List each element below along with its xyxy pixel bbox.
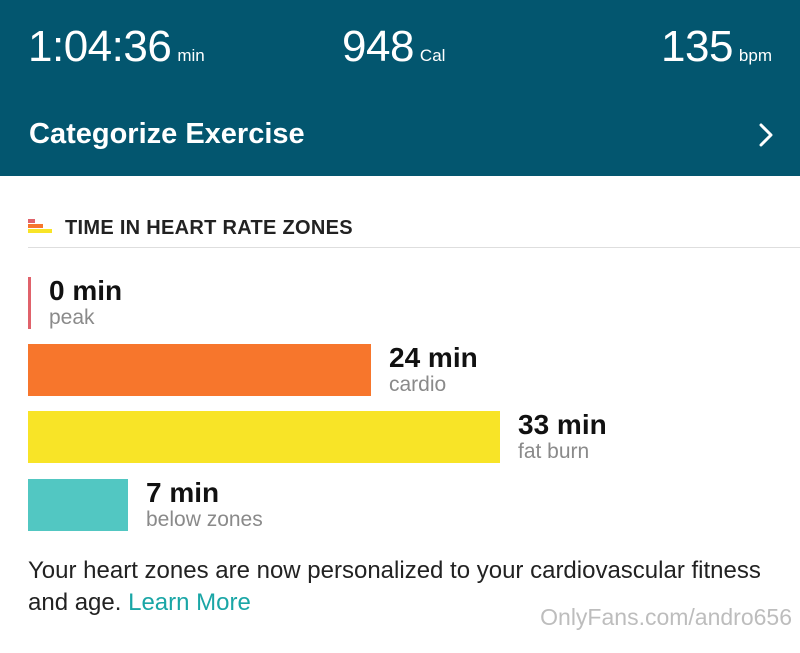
section-divider xyxy=(28,247,800,248)
duration-stat: 1:04:36 min xyxy=(28,22,205,72)
zone-minutes: 0 min xyxy=(49,275,123,306)
zone-name: cardio xyxy=(389,373,447,396)
zone-bar xyxy=(28,277,31,329)
zones-section-title: TIME IN HEART RATE ZONES xyxy=(65,217,353,239)
zone-minutes: 7 min xyxy=(146,477,220,508)
zone-name: peak xyxy=(49,306,95,329)
heart-rate-stat: 135 bpm xyxy=(661,22,772,72)
zone-text: 24 min cardio xyxy=(389,342,478,396)
heart-rate-unit: bpm xyxy=(738,46,772,65)
zone-minutes: 24 min xyxy=(389,342,478,373)
heart-rate-value: 135 xyxy=(661,22,733,71)
learn-more-link[interactable]: Learn More xyxy=(128,589,251,616)
zone-minutes: 33 min xyxy=(518,409,607,440)
zone-text: 33 min fat burn xyxy=(518,409,607,463)
categorize-exercise-label: Categorize Exercise xyxy=(29,118,305,150)
calories-unit: Cal xyxy=(419,46,446,65)
duration-value: 1:04:36 xyxy=(28,22,172,71)
chevron-right-icon xyxy=(758,122,774,153)
duration-unit: min xyxy=(177,46,205,65)
categorize-exercise-button[interactable]: Categorize Exercise xyxy=(0,100,800,176)
zone-bar xyxy=(28,479,128,531)
zone-bar xyxy=(28,411,500,463)
heart-rate-zones-icon xyxy=(28,216,52,238)
calories-value: 948 xyxy=(342,22,414,71)
zone-text: 7 min below zones xyxy=(146,477,263,531)
zone-text: 0 min peak xyxy=(49,275,122,329)
zone-name: fat burn xyxy=(518,440,590,463)
zone-name: below zones xyxy=(146,508,263,531)
summary-header: 1:04:36 min 948 Cal 135 bpm Categorize Exer… xyxy=(0,0,800,176)
watermark-text: OnlyFans.com/andro656 xyxy=(540,604,792,630)
zone-bar xyxy=(28,344,371,396)
calories-stat: 948 Cal xyxy=(342,22,445,72)
